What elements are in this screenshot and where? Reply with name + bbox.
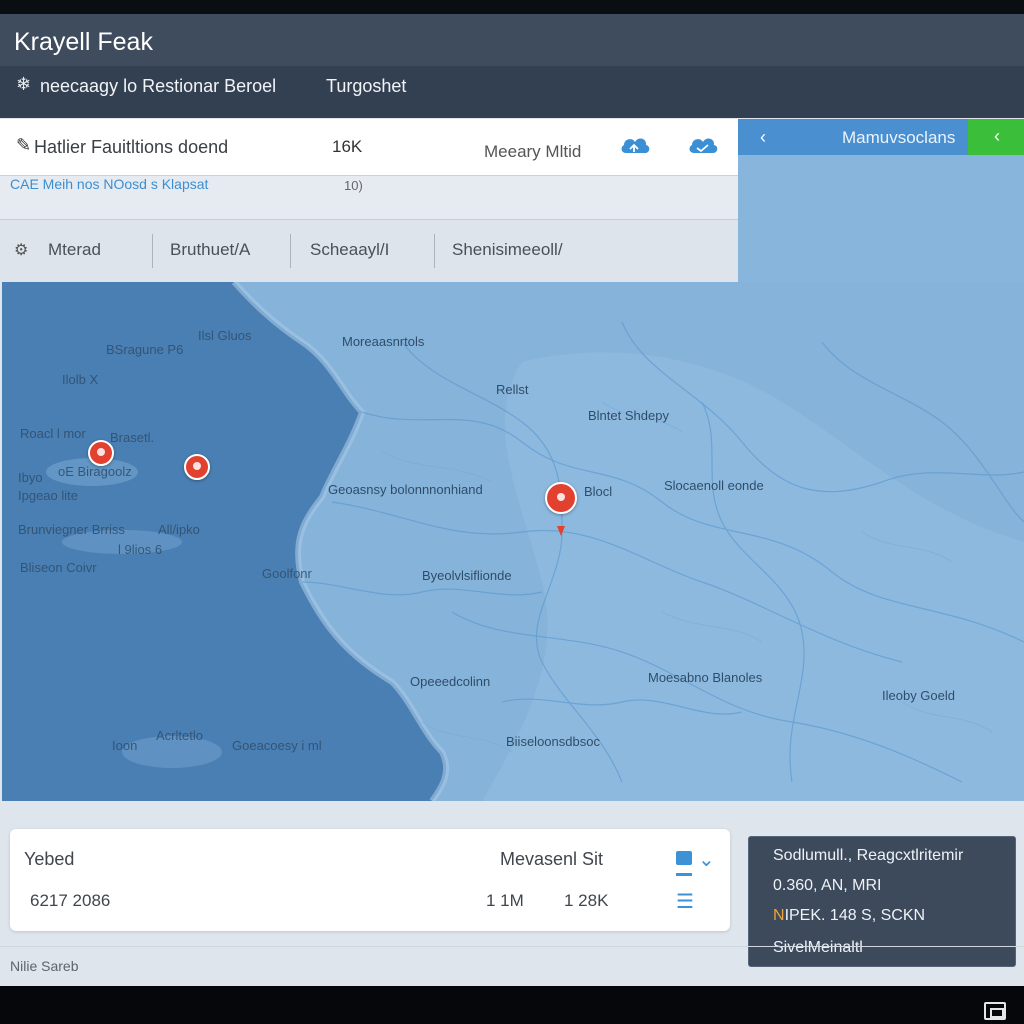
map-label: l 9lios 6 bbox=[118, 542, 163, 557]
map-label: All/ipko bbox=[158, 522, 200, 537]
info-line-2: 0.360, AN, MRI bbox=[773, 877, 882, 894]
right-toolbar[interactable]: ‹ Mamuvsoclans bbox=[738, 119, 968, 155]
search-subrow: CAE Meih nos NOosd s Klapsat 10) bbox=[0, 176, 738, 220]
map-label: Rellst bbox=[496, 382, 529, 397]
map-label: Blntet Shdepy bbox=[588, 408, 669, 423]
divider-icon bbox=[676, 873, 692, 876]
info-line-3-text: IPEK. 148 S, SCKN bbox=[784, 907, 926, 924]
map-label: Roacl l mor bbox=[20, 426, 86, 441]
map-label: Ipgeao lite bbox=[18, 488, 78, 503]
map-label: Slocaenoll eonde bbox=[664, 478, 764, 493]
right-toolbar-label: Mamuvsoclans bbox=[842, 128, 956, 147]
confirm-button[interactable]: ‹ bbox=[968, 119, 1024, 155]
map-label: Goeacoesy i ml bbox=[232, 738, 322, 753]
tab-3[interactable]: Scheaayl/I bbox=[310, 240, 389, 260]
stats-card: Yebed 6217 2086 Mevasenl Sit 1 1M 1 28K … bbox=[10, 829, 730, 931]
title-bar: Krayell Feak bbox=[0, 14, 1024, 66]
map-label: Ilsl Gluos bbox=[198, 328, 252, 343]
map-label: Biiseloonsdbsoc bbox=[506, 734, 600, 749]
map-label: BSragune P6 bbox=[106, 342, 184, 357]
chevron-down-icon[interactable]: ⌄ bbox=[698, 847, 715, 872]
screen-top-bezel bbox=[0, 0, 1024, 14]
map-pin-icon[interactable] bbox=[88, 440, 114, 466]
map-view[interactable]: Ilsl Gluos BSragune P6 Ilolb X Roacl l m… bbox=[2, 282, 1024, 801]
map-label: Geoasnsy bolonnnonhiand bbox=[328, 482, 483, 497]
map-label: Ilolb X bbox=[62, 372, 99, 387]
map-label: Bliseon Coivr bbox=[20, 560, 97, 575]
cloud-sync-icon[interactable] bbox=[618, 133, 652, 157]
map-label: Moesabno Blanoles bbox=[648, 670, 763, 685]
tab-divider bbox=[290, 234, 291, 268]
window-restore-icon[interactable] bbox=[984, 1002, 1006, 1020]
info-line-3: NIPEK. 148 S, SCKN bbox=[773, 907, 925, 925]
stats-mid-label: Mevasenl Sit bbox=[500, 849, 604, 869]
info-line-4: SivelMeinaltl bbox=[773, 939, 863, 956]
map-label: Byeolvlsiflionde bbox=[422, 568, 512, 583]
app-title: Krayell Feak bbox=[14, 28, 153, 56]
stats-value: 6217 2086 bbox=[30, 891, 111, 910]
minimize-icon[interactable] bbox=[676, 851, 692, 865]
map-label: Opeeedcolinn bbox=[410, 674, 491, 689]
stats-value-1: 1 1M bbox=[486, 891, 524, 910]
map-label: Goolfonr bbox=[262, 566, 312, 581]
list-icon[interactable]: ☰ bbox=[676, 889, 694, 914]
search-filter-meta: 10) bbox=[344, 178, 363, 193]
tab-4[interactable]: Shenisimeeoll/ bbox=[452, 240, 563, 260]
stats-value-2: 1 28K bbox=[564, 891, 609, 910]
screen-bottom-bezel bbox=[0, 986, 1024, 1024]
map-app-window: Krayell Feak ❄ neecaagy lo Restionar Ber… bbox=[0, 14, 1024, 986]
map-label: Brunviegner Brriss bbox=[18, 522, 125, 537]
nav-link[interactable]: Turgoshet bbox=[326, 76, 406, 97]
chevron-icon: ‹ bbox=[994, 126, 1000, 146]
breadcrumb[interactable]: neecaagy lo Restionar Beroel bbox=[40, 76, 276, 97]
map-label: Blocl bbox=[584, 484, 613, 499]
location-label: Meeary Mltid bbox=[484, 142, 582, 161]
search-panel: ✎ 16K Meeary Mltid bbox=[0, 119, 738, 176]
tab-bar: ⚙ Mterad Bruthuet/A Scheaayl/I Shenisime… bbox=[0, 220, 738, 282]
settings-icon[interactable]: ⚙ bbox=[14, 240, 28, 260]
map-label: oE Biragoolz bbox=[58, 464, 132, 479]
edit-icon: ✎ bbox=[16, 135, 32, 155]
back-arrow-icon[interactable]: ‹ bbox=[760, 127, 766, 148]
tab-divider bbox=[434, 234, 435, 268]
result-count: 16K bbox=[332, 137, 363, 156]
map-pin-icon[interactable] bbox=[545, 482, 577, 514]
cloud-download-icon[interactable] bbox=[686, 133, 720, 157]
nav-subbar: ❄ neecaagy lo Restionar Beroel Turgoshet bbox=[0, 66, 1024, 118]
footer-divider bbox=[0, 946, 1024, 947]
map-label: Acrltetlo bbox=[156, 728, 203, 743]
map-label: Moreaasnrtols bbox=[342, 334, 425, 349]
map-label: Ileoby Goeld bbox=[882, 688, 955, 703]
search-input[interactable] bbox=[34, 132, 304, 162]
info-accent: N bbox=[773, 907, 785, 924]
search-filter-text[interactable]: CAE Meih nos NOosd s Klapsat bbox=[10, 176, 208, 192]
info-line-1: Sodlumull., Reagcxtlritemir bbox=[773, 847, 964, 864]
map-label: Brasetl. bbox=[110, 430, 155, 445]
footer-text: Nilie Sareb bbox=[10, 958, 79, 974]
map-label: Ioon bbox=[112, 738, 138, 753]
info-card: Sodlumull., Reagcxtlritemir 0.360, AN, M… bbox=[748, 836, 1016, 967]
tab-1[interactable]: Mterad bbox=[48, 240, 101, 260]
stats-label: Yebed bbox=[24, 849, 75, 869]
map-label: Ibyo bbox=[18, 470, 43, 485]
tab-divider bbox=[152, 234, 153, 268]
snowflake-icon: ❄ bbox=[16, 74, 32, 94]
map-pin-icon[interactable] bbox=[184, 454, 210, 480]
tab-2[interactable]: Bruthuet/A bbox=[170, 240, 250, 260]
